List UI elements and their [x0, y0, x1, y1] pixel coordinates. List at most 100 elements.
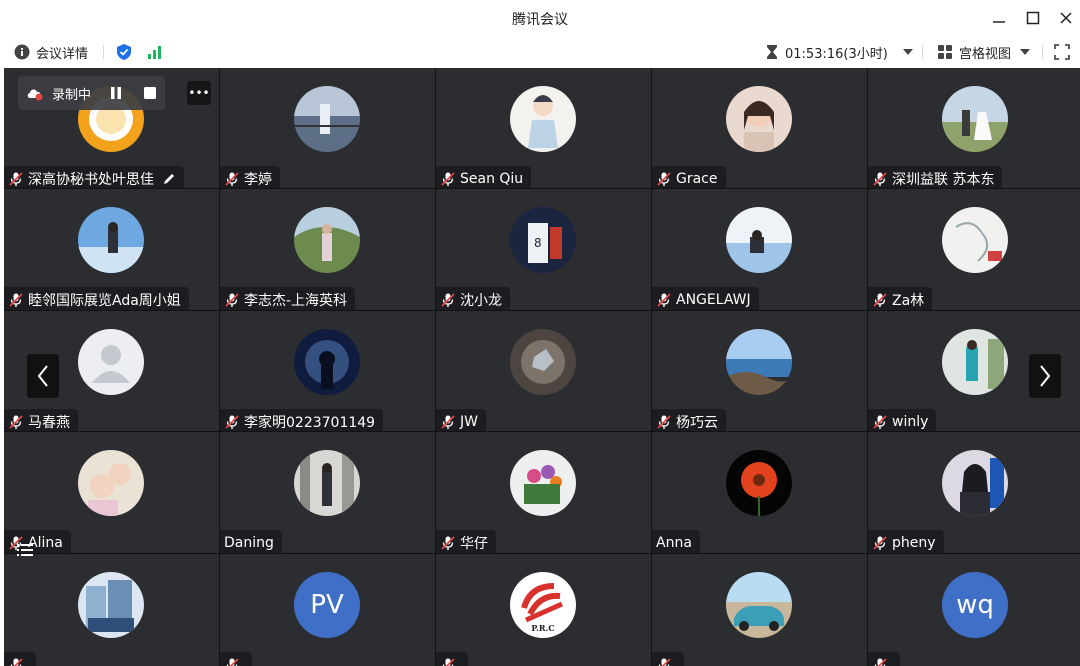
title-bar: 腾讯会议 — [0, 0, 1080, 36]
next-page-button[interactable] — [1029, 354, 1061, 398]
participant-tile[interactable]: 8 沈小龙 — [436, 189, 651, 310]
meeting-details-button[interactable]: 会议详情 — [14, 36, 88, 68]
stop-icon — [144, 87, 157, 99]
participant-nametag: Sean Qiu — [436, 166, 532, 189]
avatar — [726, 450, 792, 517]
close-button[interactable] — [1054, 6, 1078, 30]
participant-tile[interactable]: Sean Qiu — [436, 68, 651, 189]
participant-nametag: 马春燕 — [4, 408, 78, 432]
participant-tile[interactable]: 李家明0223701149 — [220, 310, 435, 432]
previous-page-button[interactable] — [27, 354, 59, 398]
list-icon — [17, 544, 33, 556]
avatar-initials: PV — [310, 589, 344, 620]
participant-tile[interactable]: PV — [220, 553, 435, 666]
participant-name: Sean Qiu — [460, 171, 524, 187]
mic-muted-icon — [440, 292, 456, 308]
mic-muted-icon — [224, 292, 240, 308]
participant-tile[interactable]: P.R.C — [436, 553, 651, 666]
participant-tile[interactable]: JW — [436, 310, 651, 432]
participant-tile[interactable] — [4, 553, 219, 666]
meeting-details-label: 会议详情 — [36, 46, 89, 62]
fullscreen-button[interactable] — [1054, 36, 1070, 68]
participant-tile[interactable]: Daning — [220, 432, 435, 553]
mic-muted-icon — [224, 414, 240, 430]
mic-muted-icon — [224, 171, 240, 187]
chevron-right-icon — [1040, 365, 1051, 387]
participant-tile[interactable]: 深圳益联 苏本东 — [868, 68, 1080, 189]
participant-nametag: Grace — [652, 166, 726, 189]
avatar: P.R.C — [510, 571, 576, 638]
more-options-button[interactable]: ••• — [187, 81, 211, 105]
participant-nametag: 杨巧云 — [652, 408, 726, 432]
edit-name-icon[interactable] — [162, 172, 176, 186]
participant-nametag: Za林 — [868, 287, 933, 310]
avatar — [294, 207, 360, 274]
avatar — [726, 86, 792, 152]
chevron-down-icon — [1020, 49, 1031, 55]
avatar — [726, 207, 792, 274]
participant-tile[interactable]: wq — [868, 553, 1080, 666]
participant-tile[interactable]: Za林 — [868, 189, 1080, 310]
participant-nametag: pheny — [868, 530, 944, 553]
mic-muted-icon — [872, 535, 888, 551]
participant-tile[interactable]: Grace — [652, 68, 867, 189]
participant-tile[interactable]: 华仔 — [436, 432, 651, 553]
avatar — [726, 571, 792, 638]
info-icon — [14, 44, 30, 60]
participant-name: 睦邻国际展览Ada周小姐 — [28, 293, 181, 310]
mic-muted-icon — [8, 414, 24, 430]
mic-muted-icon — [8, 292, 24, 308]
participant-nametag: Daning — [220, 530, 282, 553]
participant-tile[interactable]: pheny — [868, 432, 1080, 553]
participant-name: JW — [460, 413, 478, 430]
view-mode-button[interactable]: 宫格视图 — [937, 36, 1031, 68]
participant-name: Za林 — [892, 293, 925, 310]
pause-icon — [111, 87, 122, 99]
participant-tile[interactable]: 杨巧云 — [652, 310, 867, 432]
participant-nametag: 李家明0223701149 — [220, 408, 384, 432]
mic-muted-icon — [440, 171, 456, 187]
meeting-timer[interactable]: 01:53:16(3小时) — [765, 36, 914, 68]
participant-tile[interactable]: ANGELAWJ — [652, 189, 867, 310]
participant-grid: 深高协秘书处叶思佳 李婷 Sean Qiu Grace 深圳益联 苏本东 睦邻国际展览Ad… — [4, 68, 1080, 666]
avatar — [78, 571, 144, 638]
stop-recording-button[interactable] — [143, 86, 157, 100]
participant-nametag: ANGELAWJ — [652, 287, 759, 310]
participant-tile[interactable]: 李志杰-上海英科 — [220, 189, 435, 310]
mic-muted-icon — [872, 414, 888, 430]
mic-muted-icon — [440, 535, 456, 551]
avatar-initials: wq — [956, 589, 994, 620]
avatar — [294, 328, 360, 395]
avatar: wq — [942, 571, 1008, 638]
participant-tile[interactable]: Alina — [4, 432, 219, 553]
mic-muted-icon — [872, 657, 888, 666]
security-button[interactable] — [116, 36, 132, 68]
avatar — [510, 450, 576, 517]
pause-recording-button[interactable] — [109, 86, 123, 100]
mic-muted-icon — [8, 657, 24, 666]
participant-list-button[interactable] — [12, 536, 38, 564]
close-icon — [1060, 12, 1072, 24]
participant-name: 深圳益联 苏本东 — [892, 172, 995, 188]
minimize-button[interactable] — [987, 6, 1011, 30]
participant-name: 华仔 — [460, 536, 488, 553]
participant-nametag: 睦邻国际展览Ada周小姐 — [4, 287, 189, 310]
participant-tile[interactable]: 李婷 — [220, 68, 435, 189]
participant-tile[interactable]: Anna — [652, 432, 867, 553]
maximize-button[interactable] — [1021, 6, 1045, 30]
participant-nametag: Anna — [652, 530, 700, 553]
mic-muted-icon — [656, 292, 672, 308]
participant-nametag: 沈小龙 — [436, 287, 510, 310]
participant-nametag: 深圳益联 苏本东 — [868, 166, 1003, 189]
mic-muted-icon — [440, 657, 456, 666]
participant-tile[interactable] — [652, 553, 867, 666]
network-signal-button[interactable] — [147, 36, 163, 68]
participant-tile[interactable]: 睦邻国际展览Ada周小姐 — [4, 189, 219, 310]
participant-nametag — [652, 651, 684, 666]
participant-name: pheny — [892, 535, 936, 552]
participant-name: 李婷 — [244, 172, 272, 188]
avatar — [942, 450, 1008, 517]
video-stage: 深高协秘书处叶思佳 李婷 Sean Qiu Grace 深圳益联 苏本东 睦邻国际展览Ad… — [4, 68, 1080, 666]
participant-nametag: winly — [868, 408, 937, 432]
participant-name: 马春燕 — [28, 414, 70, 431]
